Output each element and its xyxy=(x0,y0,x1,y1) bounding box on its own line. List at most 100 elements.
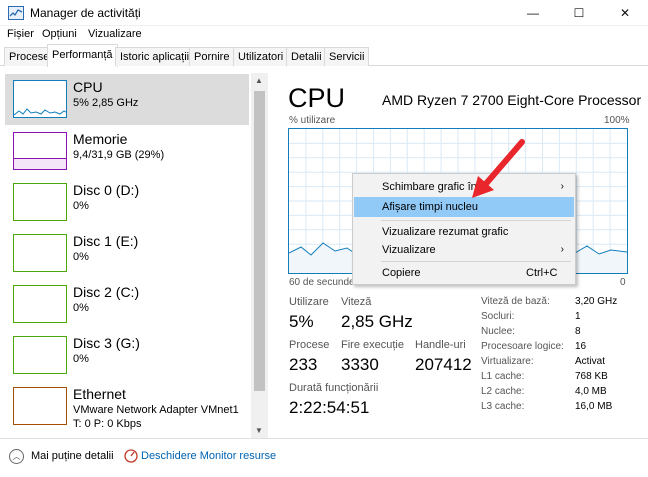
info-l2-value: 4,0 MB xyxy=(575,386,607,397)
info-l3-label: L3 cache: xyxy=(481,401,525,412)
tab-startup[interactable]: Pornire xyxy=(189,47,235,66)
tab-details[interactable]: Detalii xyxy=(286,47,327,66)
menu-item-label: Afișare timpi nucleu xyxy=(382,201,478,213)
info-l3-value: 16,0 MB xyxy=(575,401,613,412)
tab-performance[interactable]: Performanță xyxy=(47,44,118,67)
info-base-speed-value: 3,20 GHz xyxy=(575,296,618,307)
fewer-details-link[interactable]: Mai puține detalii xyxy=(31,450,114,462)
sidebar-item-disk-0[interactable]: Disc 0 (D:) 0% xyxy=(5,177,249,228)
sidebar-item-sub: 0% xyxy=(73,353,89,365)
footer-bar: ︿ Mai puține detalii Deschidere Monitor … xyxy=(0,438,648,477)
sidebar-item-sub: 5% 2,85 GHz xyxy=(73,97,139,109)
menu-item-label: Vizualizare xyxy=(382,244,436,256)
info-virtualization-label: Virtualizare: xyxy=(481,356,534,367)
info-cores-value: 8 xyxy=(575,326,581,337)
stat-processes-label: Procese xyxy=(289,339,330,351)
menu-item-show-kernel-times[interactable]: Afișare timpi nucleu xyxy=(354,197,574,217)
title-bar: Manager de activități — ☐ ✕ xyxy=(0,0,648,26)
menu-item-view[interactable]: Vizualizare › xyxy=(354,240,574,260)
graph-utilization-label: % utilizare xyxy=(289,115,336,126)
scroll-up-icon[interactable]: ▲ xyxy=(255,76,263,85)
cpu-thumbnail xyxy=(13,80,67,118)
resource-monitor-icon[interactable] xyxy=(124,449,138,463)
tab-app-history[interactable]: Istoric aplicații xyxy=(115,47,195,66)
sidebar-item-sub: 0% xyxy=(73,200,89,212)
sidebar-item-cpu[interactable]: CPU 5% 2,85 GHz xyxy=(5,74,249,125)
page-title: CPU xyxy=(288,83,346,113)
stat-speed-value: 2,85 GHz xyxy=(341,312,413,331)
sidebar-item-title: CPU xyxy=(73,79,103,95)
sidebar-item-sub: VMware Network Adapter VMnet1 xyxy=(73,404,239,416)
menu-item-copy[interactable]: Copiere Ctrl+C xyxy=(354,263,574,283)
menu-item-shortcut: Ctrl+C xyxy=(526,267,558,279)
graph-context-menu: Schimbare grafic în › Afișare timpi nucl… xyxy=(352,173,576,285)
stat-uptime-label: Durată funcționării xyxy=(289,382,379,394)
menu-options[interactable]: Opțiuni xyxy=(42,28,77,40)
menu-file[interactable]: Fișier xyxy=(7,28,34,40)
sidebar-item-sub: 9,4/31,9 GB (29%) xyxy=(73,149,165,161)
memory-thumbnail xyxy=(13,132,67,170)
info-virtualization-value: Activat xyxy=(575,356,606,367)
scroll-down-icon[interactable]: ▼ xyxy=(255,426,263,435)
sidebar-scrollbar[interactable]: ▲ ▼ xyxy=(251,73,268,438)
submenu-arrow-icon: › xyxy=(560,244,564,255)
menu-item-change-graph[interactable]: Schimbare grafic în › xyxy=(354,177,574,197)
sidebar-item-title: Memorie xyxy=(73,131,128,147)
info-logical-value: 16 xyxy=(575,341,587,352)
menu-item-label: Vizualizare rezumat grafic xyxy=(382,226,509,238)
close-button[interactable]: ✕ xyxy=(602,0,648,26)
menu-item-label: Schimbare grafic în xyxy=(382,181,477,193)
submenu-arrow-icon: › xyxy=(560,181,564,192)
collapse-icon[interactable]: ︿ xyxy=(9,449,24,464)
info-logical-label: Procesoare logice: xyxy=(481,341,564,352)
stat-utilization-value: 5% xyxy=(289,312,314,331)
sidebar-item-sub2: T: 0 P: 0 Kbps xyxy=(73,418,142,430)
sidebar-item-memory[interactable]: Memorie 9,4/31,9 GB (29%) xyxy=(5,126,249,177)
info-cores-label: Nuclee: xyxy=(481,326,515,337)
stat-uptime-value: 2:22:54:51 xyxy=(289,398,370,417)
tab-users[interactable]: Utilizatori xyxy=(233,47,289,66)
window-title: Manager de activități xyxy=(30,6,141,20)
stat-threads-label: Fire execuție xyxy=(341,339,404,351)
resource-list: CPU 5% 2,85 GHz Memorie 9,4/31,9 GB (29%… xyxy=(0,73,268,438)
sidebar-item-title: Disc 1 (E:) xyxy=(73,233,139,249)
info-sockets-value: 1 xyxy=(575,311,581,322)
tab-strip: Procese Performanță Istoric aplicații Po… xyxy=(0,44,648,67)
sidebar-item-disk-3[interactable]: Disc 3 (G:) 0% xyxy=(5,330,249,381)
sidebar-item-sub: 0% xyxy=(73,251,89,263)
sidebar-item-ethernet[interactable]: Ethernet VMware Network Adapter VMnet1 T… xyxy=(5,381,249,432)
stat-threads-value: 3330 xyxy=(341,355,379,374)
sidebar-item-title: Disc 3 (G:) xyxy=(73,335,140,351)
info-l1-label: L1 cache: xyxy=(481,371,525,382)
maximize-button[interactable]: ☐ xyxy=(556,0,602,26)
graph-max-label: 100% xyxy=(604,115,630,126)
menu-view[interactable]: Vizualizare xyxy=(88,28,142,40)
disk-thumbnail xyxy=(13,234,67,272)
sidebar-item-title: Disc 0 (D:) xyxy=(73,182,140,198)
sidebar-item-title: Disc 2 (C:) xyxy=(73,284,140,300)
menu-item-summary-view[interactable]: Vizualizare rezumat grafic xyxy=(354,222,574,242)
stat-speed-label: Viteză xyxy=(341,296,372,308)
menu-separator xyxy=(381,261,571,262)
scroll-thumb[interactable] xyxy=(254,91,265,391)
tab-services[interactable]: Servicii xyxy=(324,47,370,66)
disk-thumbnail xyxy=(13,336,67,374)
info-l2-label: L2 cache: xyxy=(481,386,525,397)
annotation-arrow-icon xyxy=(472,139,525,198)
info-l1-value: 768 KB xyxy=(575,371,608,382)
sidebar-item-sub: 0% xyxy=(73,302,89,314)
sidebar-item-disk-2[interactable]: Disc 2 (C:) 0% xyxy=(5,279,249,330)
stat-handles-label: Handle-uri xyxy=(415,339,466,351)
sidebar-item-title: Ethernet xyxy=(73,386,126,402)
stat-processes-value: 233 xyxy=(289,355,318,374)
graph-zero-label: 0 xyxy=(620,277,626,288)
disk-thumbnail xyxy=(13,285,67,323)
stat-handles-value: 207412 xyxy=(415,355,472,374)
resource-monitor-link[interactable]: Deschidere Monitor resurse xyxy=(141,450,276,462)
minimize-button[interactable]: — xyxy=(510,0,556,26)
graph-time-label: 60 de secunde xyxy=(289,277,355,288)
sidebar-item-disk-1[interactable]: Disc 1 (E:) 0% xyxy=(5,228,249,279)
menu-item-label: Copiere xyxy=(382,267,421,279)
disk-thumbnail xyxy=(13,183,67,221)
task-manager-icon xyxy=(8,6,24,20)
